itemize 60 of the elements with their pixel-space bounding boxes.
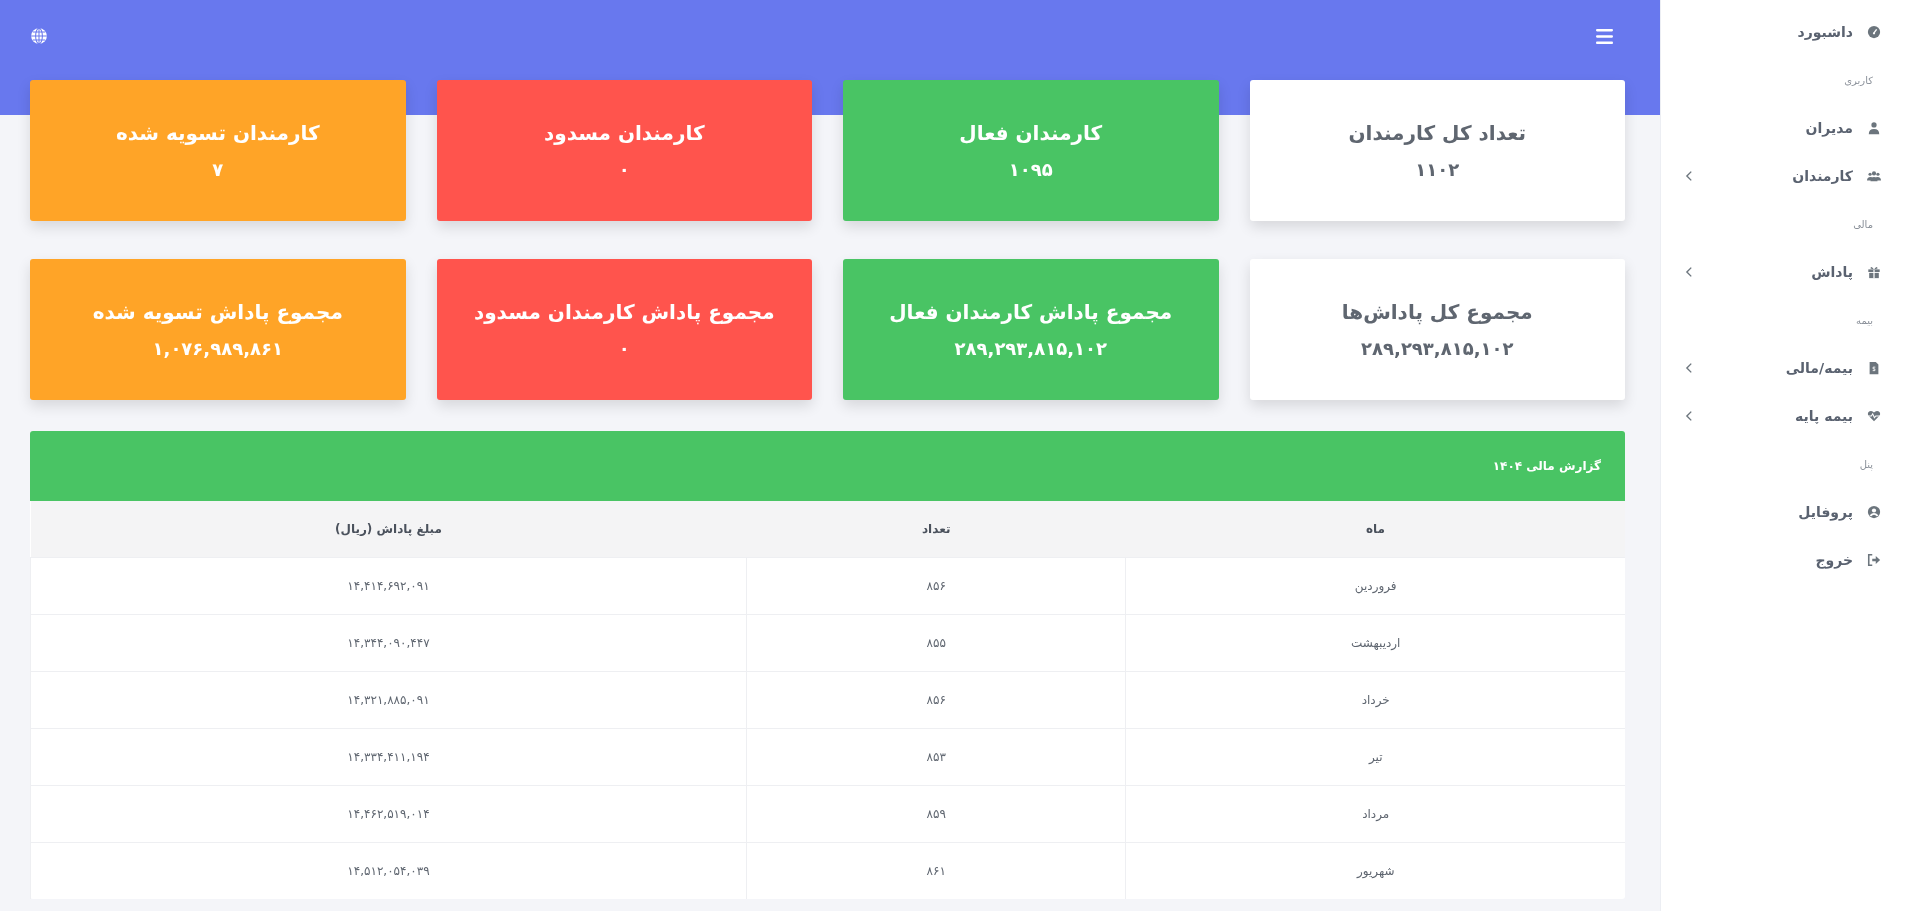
card-title: کارمندان فعال [959,121,1103,145]
user-icon [1867,121,1881,135]
nav-item[interactable]: پروفایل [1661,488,1905,536]
table-cell: خرداد [1125,671,1625,729]
nav-item[interactable]: بیمه پایه [1661,392,1905,440]
gift-icon [1867,265,1881,279]
section-label: مالی [1852,218,1874,232]
card-title: تعداد کل کارمندان [1348,121,1527,145]
table-cell: ۸۵۹ [746,785,1126,843]
section-label: کاربری [1843,74,1874,88]
globe-icon[interactable] [30,27,48,45]
table-cell: شهریور [1125,842,1625,899]
column-header: تعداد [746,501,1126,558]
table-cell: ۸۵۶ [746,671,1126,729]
table-cell: ۱۴,۳۴۴,۰۹۰,۴۴۷ [30,614,747,672]
card-value: ۱,۰۷۶,۹۸۹,۸۶۱ [152,338,283,359]
nav-item[interactable]: پاداش [1661,248,1905,296]
card-title: مجموع پاداش کارمندان فعال [889,300,1173,324]
users-icon [1867,169,1881,183]
logout-icon [1867,553,1881,567]
file-invoice-icon [1867,361,1881,375]
card-title: مجموع کل پاداش‌ها [1341,300,1533,324]
report-title: گزارش مالی ۱۴۰۴ [1492,459,1601,473]
nav-item[interactable]: بیمه/مالی [1661,344,1905,392]
card-value: ۲۸۹,۲۹۳,۸۱۵,۱۰۲ [1361,338,1514,359]
heart-pulse-icon [1867,409,1881,423]
table-cell: اردیبهشت [1125,614,1625,672]
table-cell: ۱۴,۴۱۴,۶۹۲,۰۹۱ [30,557,747,615]
card-value: ۰ [618,159,630,180]
card-value: ۱۱۰۲ [1415,159,1460,180]
card-value: ۰ [618,338,630,359]
table-cell: ۸۵۶ [746,557,1126,615]
card-value: ۱۰۹۵ [1008,159,1053,180]
menu-icon[interactable] [1596,29,1613,44]
nav-item[interactable]: داشبورد [1661,8,1905,56]
card-title: مجموع پاداش تسویه شده [92,300,343,324]
column-header: مبلغ پاداش (ریال) [30,501,747,558]
card-value: ۷ [212,159,224,180]
section-label: پنل [1858,458,1874,473]
table-cell: ۱۴,۴۶۲,۵۱۹,۰۱۴ [30,785,747,843]
card-title: کارمندان مسدود [543,121,705,145]
nav-item[interactable]: مدیران [1661,104,1905,152]
table-cell: ۱۴,۵۱۲,۰۵۴,۰۳۹ [30,842,747,899]
table-cell: ۱۴,۳۲۱,۸۸۵,۰۹۱ [30,671,747,729]
table-cell: فروردین [1125,557,1625,615]
table-cell: ۸۵۳ [746,728,1126,786]
card-title: کارمندان تسویه شده [115,121,320,145]
column-header: ماه [1125,501,1625,558]
section-label: بیمه [1855,314,1874,328]
table-cell: ۸۵۵ [746,614,1126,672]
table-cell: ۱۴,۳۳۴,۴۱۱,۱۹۴ [30,728,747,786]
user-circle-icon [1867,505,1881,519]
gauge-icon [1867,25,1881,39]
table-cell: مرداد [1125,785,1625,843]
card-value: ۲۸۹,۲۹۳,۸۱۵,۱۰۲ [954,338,1107,359]
table-cell: تیر [1125,728,1625,786]
table-cell: ۸۶۱ [746,842,1126,899]
card-title: مجموع پاداش کارمندان مسدود [473,300,775,324]
nav-item[interactable]: کارمندان [1661,152,1905,200]
nav-item[interactable]: خروج [1661,536,1905,584]
